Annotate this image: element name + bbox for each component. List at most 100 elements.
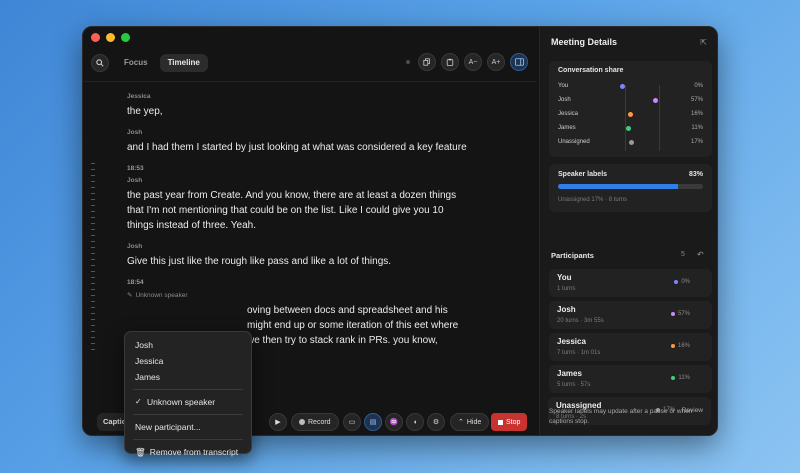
- tab-timeline[interactable]: Timeline: [159, 54, 208, 72]
- participant-share: 16%: [670, 343, 690, 349]
- participant-dot: [674, 280, 679, 284]
- participant-meta: 7 turns · 1m 01s: [557, 350, 601, 356]
- toolbar-divider: [83, 81, 537, 82]
- transcript-line: the past year from Create. And you know,…: [127, 190, 457, 231]
- checkmark-icon: ✓: [135, 397, 142, 406]
- unknown-speaker-label[interactable]: ✎ Unknown speaker: [127, 291, 467, 300]
- participant-pct: 0%: [681, 279, 690, 285]
- speaker-labels-sub: Unassigned 17% · 8 turns: [558, 197, 628, 203]
- participant-pct: 57%: [677, 311, 690, 317]
- share-pct: 17%: [690, 139, 703, 145]
- share-dot: [629, 140, 634, 145]
- open-external-icon[interactable]: ⇱: [700, 38, 707, 47]
- hide-label: Hide: [466, 418, 482, 426]
- participant-card-james[interactable]: James 5 turns · 57s 11%: [549, 365, 712, 393]
- pencil-icon: ✎: [127, 292, 133, 299]
- share-dot: [653, 98, 658, 103]
- menu-separator: [133, 389, 243, 390]
- settings-gear-icon[interactable]: ⚙: [427, 413, 445, 431]
- menu-item-label: Unknown speaker: [147, 397, 216, 407]
- font-increase-button[interactable]: A+: [487, 53, 505, 71]
- window-icon[interactable]: ▭: [343, 413, 361, 431]
- share-pct: 57%: [690, 97, 703, 103]
- conversation-share-card: Conversation share You 0% Josh 57% Jessi…: [549, 61, 712, 157]
- share-name: Unassigned: [558, 139, 590, 145]
- trash-icon: 🗑: [135, 447, 146, 457]
- transcript-line: and I had them I started by just looking…: [127, 142, 467, 153]
- participant-meta: 1 turns: [557, 286, 576, 292]
- timeline-ticks: [91, 163, 95, 353]
- speaker-label[interactable]: Jessica: [127, 93, 467, 100]
- conversation-share-title: Conversation share: [558, 67, 624, 74]
- toolbar-actions: ⊗ A− A+: [403, 53, 528, 71]
- participant-pct: 11%: [678, 375, 690, 381]
- participant-card-josh[interactable]: Josh 20 turns · 3m 55s 57%: [549, 301, 712, 329]
- sidebar-title: Meeting Details: [551, 37, 618, 47]
- menu-item-new-participant[interactable]: New participant...: [125, 419, 251, 435]
- search-icon[interactable]: [91, 54, 109, 72]
- record-button[interactable]: Record: [291, 413, 339, 431]
- participant-name: You: [557, 273, 572, 282]
- share-name: You: [558, 83, 569, 89]
- captions-bubble-icon[interactable]: ▤: [364, 413, 382, 431]
- speaker-assign-menu: Josh Jessica James ✓ Unknown speaker New…: [124, 331, 252, 457]
- sidebar-toggle-icon[interactable]: [510, 53, 528, 71]
- dismiss-icon[interactable]: ⊗: [403, 57, 413, 67]
- participant-share: 11%: [671, 375, 690, 381]
- toolbar: Focus Timeline ⊗ A− A+: [83, 53, 537, 79]
- speaker-labels-progress: [558, 184, 703, 189]
- speaker-label[interactable]: Josh: [127, 177, 467, 184]
- participant-pct: 16%: [677, 343, 690, 349]
- audio-wave-icon[interactable]: ♒: [385, 413, 403, 431]
- menu-separator: [133, 439, 243, 440]
- record-label: Record: [308, 418, 331, 426]
- share-row-james: James 11%: [558, 124, 703, 134]
- participant-card-jessica[interactable]: Jessica 7 turns · 1m 01s 16%: [549, 333, 712, 361]
- chevron-up-icon: ⌃: [458, 419, 464, 426]
- menu-item-jessica[interactable]: Jessica: [125, 353, 251, 369]
- stop-square-icon: [498, 419, 503, 425]
- speaker-label[interactable]: Josh: [127, 243, 467, 250]
- speaker-labels-progress-fill: [558, 184, 679, 189]
- hide-button[interactable]: ⌃ Hide: [450, 413, 490, 431]
- share-pct: 0%: [694, 83, 703, 89]
- stop-button[interactable]: Stop: [491, 413, 528, 431]
- menu-item-unknown-speaker[interactable]: ✓ Unknown speaker: [125, 394, 251, 410]
- participant-share: 0%: [674, 279, 690, 285]
- speaker-icon[interactable]: ◖: [406, 413, 424, 431]
- share-pct: 11%: [691, 125, 703, 131]
- clipboard-icon[interactable]: [441, 53, 459, 71]
- meeting-details-sidebar: Meeting Details ⇱ Conversation share You…: [539, 27, 717, 435]
- participant-name: Jessica: [557, 337, 586, 346]
- participant-name: Josh: [557, 305, 576, 314]
- speaker-label[interactable]: Josh: [127, 129, 467, 136]
- record-dot-icon: [299, 419, 305, 425]
- font-decrease-button[interactable]: A−: [464, 53, 482, 71]
- copy-icon[interactable]: [418, 53, 436, 71]
- participant-card-you[interactable]: You 1 turns 0%: [549, 269, 712, 297]
- participant-dot: [670, 312, 675, 316]
- share-dot: [620, 84, 625, 89]
- menu-item-james[interactable]: James: [125, 369, 251, 385]
- share-row-unassigned: Unassigned 17%: [558, 138, 703, 148]
- share-row-you: You 0%: [558, 82, 703, 92]
- share-row-josh: Josh 57%: [558, 96, 703, 106]
- share-dot: [628, 112, 633, 117]
- share-name: James: [558, 125, 576, 131]
- timestamp: 18:53: [127, 165, 144, 172]
- undo-icon[interactable]: ↶: [697, 250, 704, 259]
- participant-dot: [670, 344, 675, 348]
- menu-item-remove[interactable]: 🗑 Remove from transcript: [125, 444, 251, 460]
- stop-label: Stop: [506, 418, 521, 426]
- participant-meta: 20 turns · 3m 55s: [557, 318, 604, 324]
- speaker-labels-note: Speaker labels may update after a pause …: [549, 408, 693, 425]
- participant-share: 57%: [670, 311, 690, 317]
- speaker-labels-card: Speaker labels 83% Unassigned 17% · 8 tu…: [549, 164, 712, 212]
- share-name: Jessica: [558, 111, 579, 117]
- tab-focus[interactable]: Focus: [116, 54, 156, 72]
- transcript-line: Give this just like the rough like pass …: [127, 256, 392, 267]
- participants-title: Participants: [551, 251, 594, 260]
- speaker-labels-title: Speaker labels: [558, 171, 608, 178]
- menu-item-josh[interactable]: Josh: [125, 337, 251, 353]
- play-icon[interactable]: ▶: [269, 413, 287, 431]
